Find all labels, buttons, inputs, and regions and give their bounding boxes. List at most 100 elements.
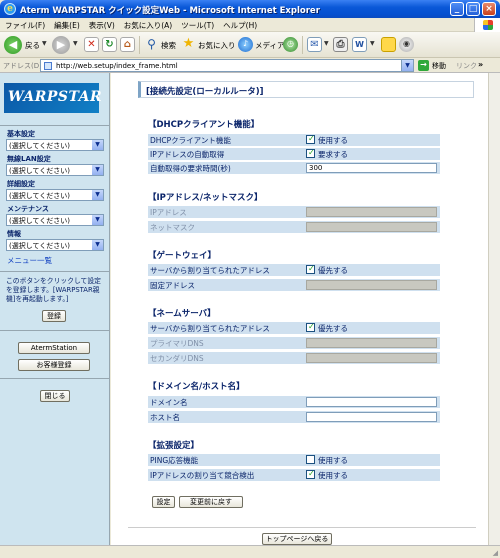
set-button[interactable]: 設定 (152, 496, 175, 508)
checkbox-label[interactable]: 使用する (318, 455, 348, 466)
menu-file[interactable]: ファイル(F) (0, 18, 49, 31)
row-label: DHCPクライアント機能 (150, 136, 231, 145)
resize-grip-icon[interactable]: ◢ (493, 549, 498, 557)
row-label: ネットマスク (150, 223, 195, 232)
sidebar-label-wireless: 無線LAN設定 (7, 155, 51, 163)
settings-row: 固定アドレス (148, 279, 440, 291)
secondary-dns-input (306, 353, 437, 363)
media-label[interactable]: メディア (255, 40, 284, 51)
favorites-label[interactable]: お気に入り (198, 40, 236, 51)
links-label[interactable]: リンク (456, 61, 477, 71)
minimize-button[interactable]: _ (450, 2, 464, 16)
checkbox-label[interactable]: 優先する (318, 323, 348, 334)
ping-response-checkbox[interactable] (306, 455, 315, 464)
request-time-input[interactable]: 300 (306, 163, 437, 173)
checkbox-label[interactable]: 要求する (318, 149, 348, 160)
mail-dropdown-icon[interactable]: ▼ (324, 40, 329, 47)
menu-list-link[interactable]: メニュー一覧 (7, 255, 52, 266)
customer-register-button[interactable]: お客様登録 (18, 359, 90, 371)
ip-conflict-detect-checkbox[interactable] (306, 469, 315, 479)
chevron-down-icon[interactable]: ▼ (401, 60, 413, 71)
address-bar: アドレス(D) http://web.setup/index_frame.htm… (0, 58, 500, 73)
maximize-button[interactable]: □ (466, 2, 480, 16)
back-label[interactable]: 戻る (25, 40, 40, 51)
section-heading-nameserver: 【ネームサーバ】 (148, 309, 216, 319)
back-dropdown-icon[interactable]: ▼ (42, 40, 47, 47)
row-label: IPアドレスの自動取得 (150, 150, 225, 159)
page-title: [接続先設定(ローカルルータ)] (146, 87, 264, 97)
search-icon[interactable]: ⚲ (144, 37, 159, 52)
menu-tools[interactable]: ツール(T) (176, 18, 218, 31)
dns-prefer-checkbox[interactable] (306, 322, 315, 332)
close-window-button[interactable]: × (482, 2, 496, 16)
row-label: IPアドレスの割り当て競合検出 (150, 471, 255, 480)
menu-bar: ファイル(F) 編集(E) 表示(V) お気に入り(A) ツール(T) ヘルプ(H) (0, 18, 500, 32)
checkbox-label[interactable]: 使用する (318, 470, 348, 481)
host-name-input[interactable] (306, 412, 437, 422)
media-icon[interactable]: ♪ (238, 37, 253, 52)
favorites-star-icon[interactable]: ★ (181, 37, 196, 52)
chevron-down-icon: ▼ (92, 190, 103, 200)
menu-view[interactable]: 表示(V) (84, 18, 119, 31)
register-button[interactable]: 登録 (42, 310, 66, 322)
edit-dropdown-icon[interactable]: ▼ (370, 40, 375, 47)
ip-address-input (306, 207, 437, 217)
aterm-station-button[interactable]: AtermStation (18, 342, 90, 354)
toolbar-separator (139, 36, 140, 54)
menu-help[interactable]: ヘルプ(H) (218, 18, 261, 31)
domain-name-input[interactable] (306, 397, 437, 407)
menu-edit[interactable]: 編集(E) (49, 18, 84, 31)
go-arrow-icon[interactable]: → (418, 60, 429, 71)
menu-favorites[interactable]: お気に入り(A) (119, 18, 176, 31)
search-label[interactable]: 検索 (161, 40, 176, 51)
row-label: ホスト名 (150, 413, 180, 422)
maintenance-select[interactable]: (選択してください) ▼ (6, 214, 104, 226)
forward-dropdown-icon[interactable]: ▼ (73, 40, 78, 47)
home-icon[interactable]: ⌂ (120, 37, 135, 52)
chevron-down-icon: ▼ (92, 215, 103, 225)
revert-button[interactable]: 変更前に戻す (179, 496, 243, 508)
stop-icon[interactable]: ✕ (84, 37, 99, 52)
window-title: Aterm WARPSTAR クイック設定Web - Microsoft Int… (20, 6, 320, 16)
wireless-settings-select[interactable]: (選択してください) ▼ (6, 164, 104, 176)
divider (0, 378, 109, 379)
primary-dns-input (306, 338, 437, 348)
mail-icon[interactable]: ✉ (307, 37, 322, 52)
discuss-icon[interactable] (381, 37, 396, 52)
gateway-prefer-checkbox[interactable] (306, 264, 315, 274)
auto-ip-checkbox[interactable] (306, 148, 315, 158)
print-icon[interactable]: ⎙ (333, 37, 348, 52)
sidebar-label-info: 情報 (7, 230, 21, 238)
forward-icon[interactable]: ▶ (52, 36, 70, 54)
checkbox-label[interactable]: 使用する (318, 135, 348, 146)
top-page-button[interactable]: トップページへ戻る (262, 533, 332, 545)
edit-icon[interactable]: W (352, 37, 367, 52)
title-bar: e Aterm WARPSTAR クイック設定Web - Microsoft I… (0, 0, 500, 18)
settings-row: PING応答機能 使用する (148, 454, 440, 466)
dhcp-client-checkbox[interactable] (306, 134, 315, 144)
vertical-scrollbar[interactable] (488, 73, 500, 545)
info-select[interactable]: (選択してください) ▼ (6, 239, 104, 251)
address-url[interactable]: http://web.setup/index_frame.html (56, 62, 178, 70)
row-label: 自動取得の要求時間(秒) (150, 164, 231, 173)
settings-row: セカンダリDNS (148, 352, 440, 364)
address-input[interactable]: http://web.setup/index_frame.html ▼ (40, 59, 414, 72)
advanced-settings-select[interactable]: (選択してください) ▼ (6, 189, 104, 201)
settings-row: プライマリDNS (148, 337, 440, 349)
settings-row: ネットマスク (148, 221, 440, 233)
chevron-right-icon[interactable]: » (478, 60, 483, 69)
sidebar: WARPSTAR 基本設定 (選択してください) ▼ 無線LAN設定 (選択してく… (0, 73, 110, 545)
row-label: セカンダリDNS (150, 354, 204, 363)
section-heading-extended: 【拡張設定】 (148, 441, 200, 451)
history-icon[interactable]: ◷ (283, 37, 298, 52)
checkbox-label[interactable]: 優先する (318, 265, 348, 276)
back-icon[interactable]: ◀ (4, 36, 22, 54)
address-label: アドレス(D) (3, 62, 42, 70)
go-button[interactable]: 移動 (432, 61, 446, 71)
section-heading-domain: 【ドメイン名/ホスト名】 (148, 382, 245, 392)
divider (0, 125, 109, 126)
basic-settings-select[interactable]: (選択してください) ▼ (6, 139, 104, 151)
messenger-icon[interactable]: ◉ (399, 37, 414, 52)
close-button[interactable]: 閉じる (40, 390, 70, 402)
refresh-icon[interactable]: ↻ (102, 37, 117, 52)
